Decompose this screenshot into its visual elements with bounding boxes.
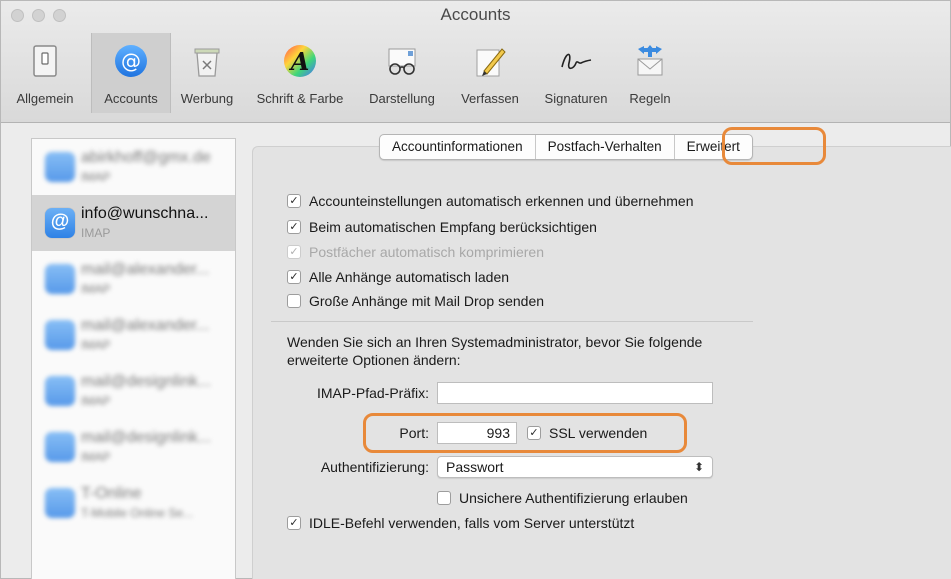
checkbox-label: Accounteinstellungen automatisch erkenne… — [309, 193, 694, 209]
checkbox — [287, 294, 301, 308]
account-name: abirkhoff@gmx.de — [81, 149, 211, 166]
account-type: IMAP — [81, 282, 111, 296]
checkbox: ✓ — [287, 194, 301, 208]
idle-command-checkbox[interactable]: ✓ IDLE-Befehl verwenden, falls vom Serve… — [287, 515, 634, 531]
switch-icon — [33, 45, 57, 77]
toolbar-item-allgemein[interactable]: Allgemein — [1, 33, 89, 113]
at-sign-icon: @ — [45, 208, 75, 238]
checkbox: ✓ — [287, 516, 301, 530]
account-row[interactable]: abirkhoff@gmx.de IMAP — [32, 139, 235, 195]
checkbox — [437, 491, 451, 505]
account-row[interactable]: T-Online T-Mobile Online Se... — [32, 475, 235, 531]
account-type: IMAP — [81, 338, 111, 352]
account-type: IMAP — [81, 450, 111, 464]
account-type: T-Mobile Online Se... — [81, 506, 194, 520]
ssl-checkbox[interactable]: ✓ SSL verwenden — [527, 425, 647, 441]
authentication-select[interactable]: Passwort ⬍ — [437, 456, 713, 478]
account-icon — [45, 152, 75, 182]
account-row[interactable]: mail@designlink... IMAP — [32, 419, 235, 475]
compact-mailboxes-checkbox: ✓ Postfächer automatisch komprimieren — [287, 244, 544, 260]
account-name: mail@designlink... — [81, 373, 212, 390]
authentication-value: Passwort — [446, 459, 504, 475]
account-row[interactable]: mail@alexander... IMAP — [32, 307, 235, 363]
toolbar: Accounts Allgemein @ Accounts Werbung A … — [1, 1, 950, 123]
account-icon — [45, 432, 75, 462]
mail-preferences-window: Accounts Allgemein @ Accounts Werbung A … — [0, 0, 951, 579]
account-name: mail@designlink... — [81, 429, 212, 446]
window-title: Accounts — [440, 5, 511, 24]
toolbar-label: Schrift & Farbe — [256, 91, 344, 106]
checkbox: ✓ — [287, 220, 301, 234]
checkbox-label: Alle Anhänge automatisch laden — [309, 269, 510, 285]
checkbox: ✓ — [287, 270, 301, 284]
rules-envelope-icon — [637, 45, 663, 76]
up-down-chevron-icon: ⬍ — [693, 460, 704, 474]
account-icon — [45, 376, 75, 406]
mail-drop-checkbox[interactable]: Große Anhänge mit Mail Drop senden — [287, 293, 544, 309]
checkbox-label: SSL verwenden — [549, 425, 648, 441]
toolbar-item-accounts[interactable]: @ Accounts — [91, 33, 171, 113]
tab-accountinformationen[interactable]: Accountinformationen — [380, 135, 536, 159]
account-row[interactable]: mail@alexander... IMAP — [32, 251, 235, 307]
account-name: T-Online — [81, 485, 142, 502]
toolbar-item-darstellung[interactable]: Darstellung — [356, 33, 448, 113]
imap-prefix-label: IMAP-Pfad-Präfix: — [316, 385, 429, 401]
junk-trash-icon — [194, 48, 220, 77]
tab-highlight-annotation — [722, 127, 826, 165]
account-icon — [45, 488, 75, 518]
at-sign-icon: @ — [115, 45, 147, 77]
port-input[interactable]: 993 — [437, 422, 517, 444]
toolbar-label: Werbung — [180, 91, 234, 106]
font-color-icon: A — [284, 45, 316, 77]
download-attachments-checkbox[interactable]: ✓ Alle Anhänge automatisch laden — [287, 269, 509, 285]
checkbox-label: Beim automatischen Empfang berücksichtig… — [309, 219, 597, 235]
insecure-auth-checkbox[interactable]: Unsichere Authentifizierung erlauben — [437, 490, 688, 506]
checkbox-label: IDLE-Befehl verwenden, falls vom Server … — [309, 515, 635, 531]
checkbox-label: Unsichere Authentifizierung erlauben — [459, 490, 688, 506]
toolbar-item-werbung[interactable]: Werbung — [171, 33, 243, 113]
port-label: Port: — [399, 425, 429, 441]
account-row-selected[interactable]: @ info@wunschna... IMAP — [32, 195, 235, 251]
checkbox: ✓ — [287, 245, 301, 259]
toolbar-label: Regeln — [629, 91, 671, 106]
toolbar-item-schrift-farbe[interactable]: A Schrift & Farbe — [244, 33, 356, 113]
account-type: IMAP — [81, 394, 111, 408]
toolbar-label: Signaturen — [544, 91, 608, 106]
imap-prefix-input[interactable] — [437, 382, 713, 404]
toolbar-label: Accounts — [104, 91, 158, 106]
checkbox-label: Postfächer automatisch komprimieren — [309, 244, 544, 260]
signature-icon — [561, 53, 592, 70]
include-auto-receive-checkbox[interactable]: ✓ Beim automatischen Empfang berücksicht… — [287, 219, 597, 235]
toolbar-item-verfassen[interactable]: Verfassen — [448, 33, 532, 113]
account-row[interactable]: mail@designlink... IMAP — [32, 363, 235, 419]
account-icon — [45, 320, 75, 350]
admin-warning-text: Wenden Sie sich an Ihren Systemadministr… — [287, 334, 703, 368]
checkbox: ✓ — [527, 426, 541, 440]
account-name: info@wunschna... — [81, 205, 209, 222]
toolbar-label: Allgemein — [16, 91, 74, 106]
svg-text:@: @ — [121, 49, 141, 73]
account-icon — [45, 264, 75, 294]
tab-postfach-verhalten[interactable]: Postfach-Verhalten — [536, 135, 675, 159]
auto-detect-settings-checkbox[interactable]: ✓ Accounteinstellungen automatisch erken… — [287, 193, 694, 209]
tab-bar: Accountinformationen Postfach-Verhalten … — [379, 134, 753, 160]
authentication-label: Authentifizierung: — [320, 459, 429, 475]
pencil-icon — [476, 48, 506, 77]
glasses-icon — [388, 48, 416, 75]
account-name: mail@alexander... — [81, 317, 210, 334]
toolbar-label: Darstellung — [369, 91, 435, 106]
account-type: IMAP — [81, 170, 111, 184]
toolbar-label: Verfassen — [461, 91, 519, 106]
account-name: mail@alexander... — [81, 261, 210, 278]
toolbar-item-regeln[interactable]: Regeln — [620, 33, 680, 113]
svg-text:A: A — [289, 47, 310, 76]
account-list[interactable]: abirkhoff@gmx.de IMAP @ info@wunschna...… — [31, 138, 236, 579]
divider — [271, 321, 753, 322]
account-type: IMAP — [81, 226, 111, 240]
toolbar-item-signaturen[interactable]: Signaturen — [532, 33, 620, 113]
checkbox-label: Große Anhänge mit Mail Drop senden — [309, 293, 545, 309]
